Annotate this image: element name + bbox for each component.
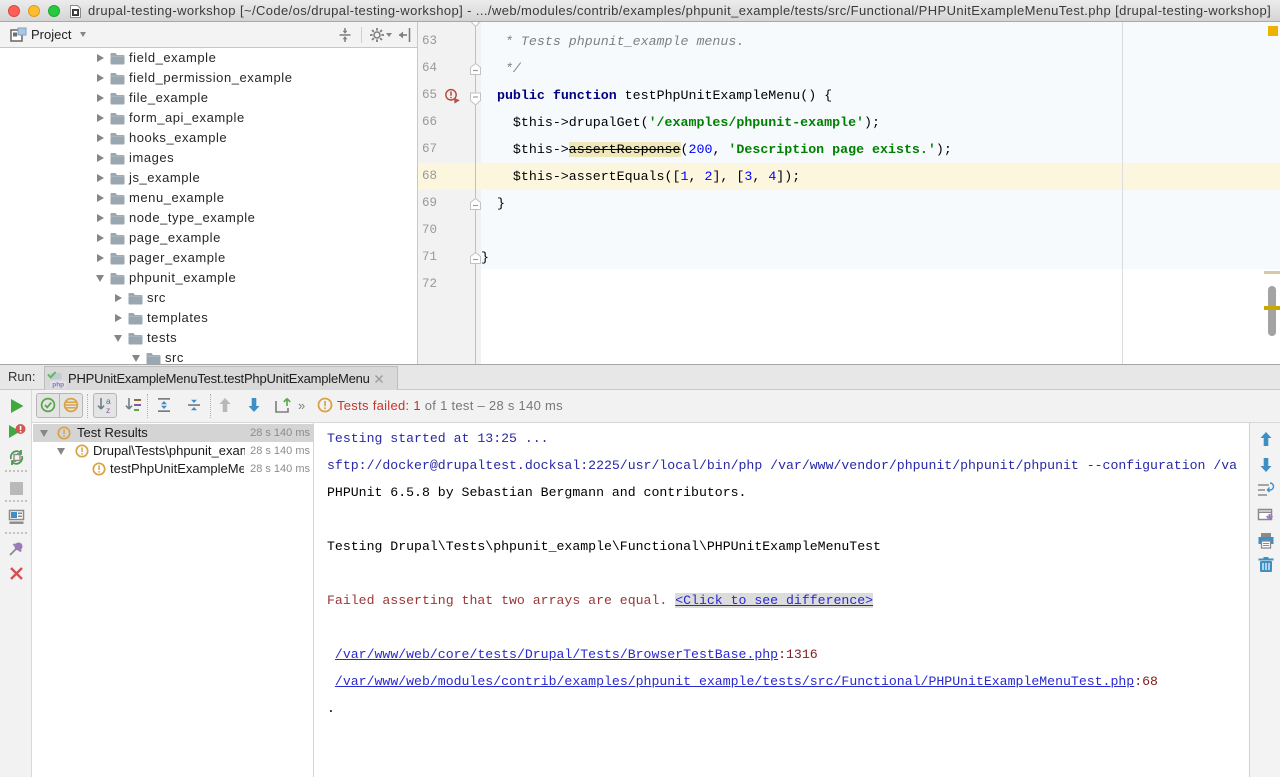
svg-text:php: php [52, 381, 64, 388]
svg-text:z: z [106, 405, 110, 415]
